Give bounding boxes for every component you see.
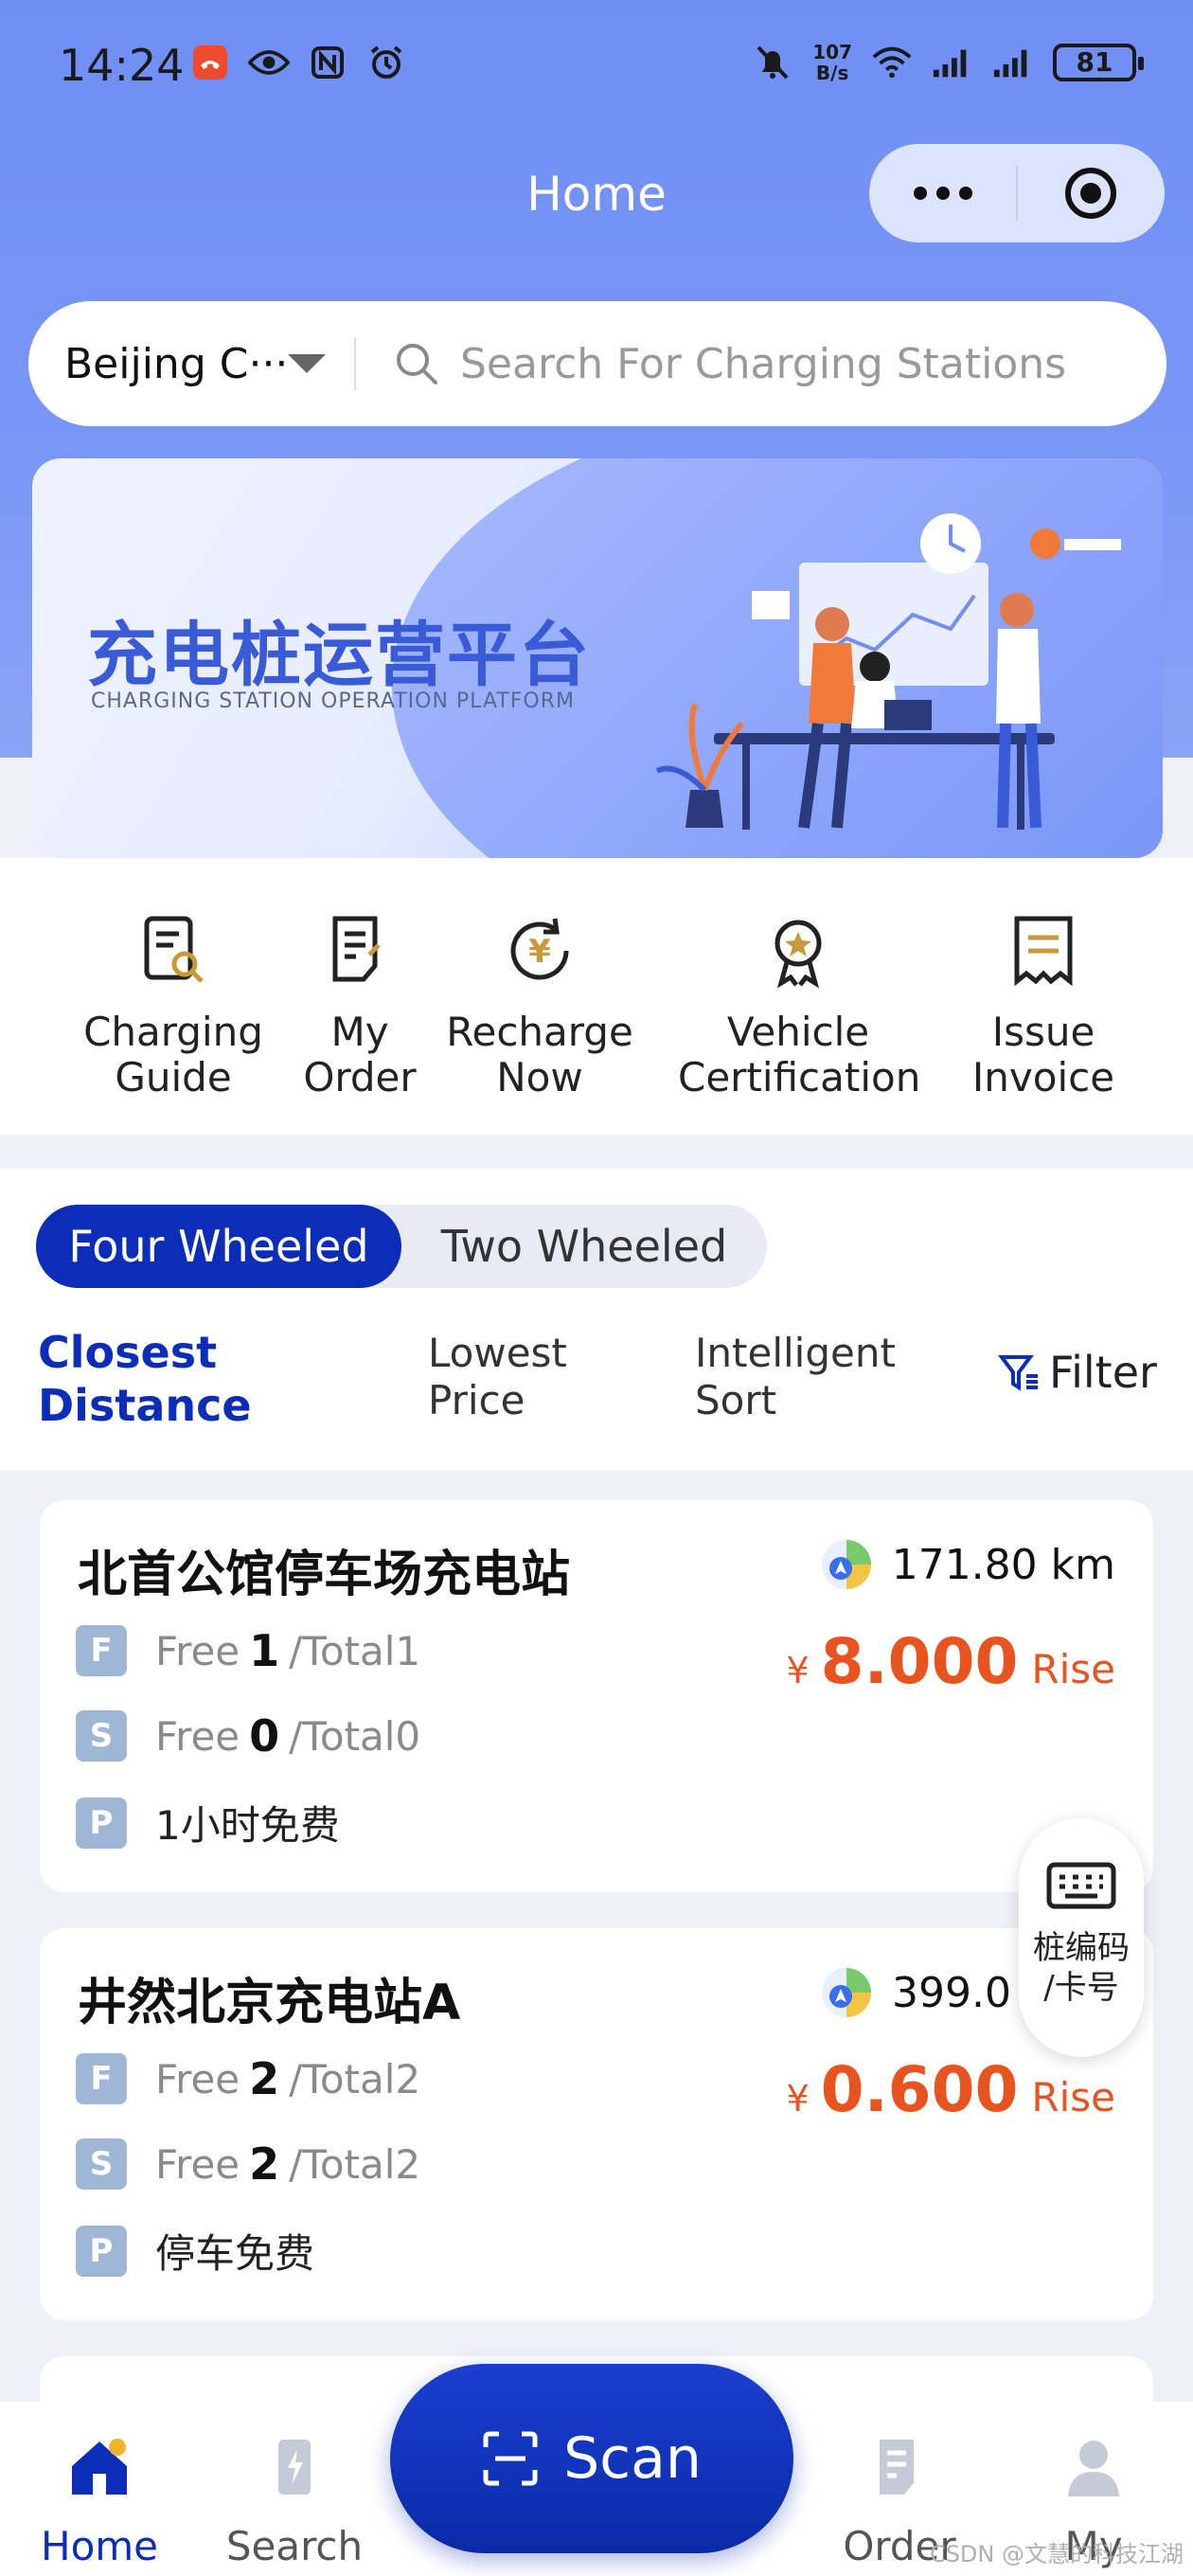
parking-row: P 1小时免费 — [76, 1794, 340, 1852]
office-illustration — [655, 513, 1121, 830]
search-input[interactable]: Search For Charging Stations — [460, 340, 1066, 388]
tab-search-cp[interactable]: Search CP — [195, 2434, 394, 2576]
banner-subtitle: CHARGING STATION OPERATION PLATFORM — [91, 689, 575, 713]
target-icon — [1065, 168, 1117, 219]
slow-tag: S — [76, 2138, 127, 2190]
parking-tag: P — [76, 2225, 127, 2277]
slow-tag: S — [76, 1710, 127, 1762]
my-order-icon — [332, 916, 381, 982]
parking-tag: P — [76, 1797, 127, 1849]
quick-menu: Charging Guide My Order ¥ Recharge Now V… — [0, 858, 1193, 1135]
search-icon — [397, 344, 437, 385]
mini-program-capsule — [869, 144, 1165, 242]
alarm-icon — [365, 44, 407, 81]
sort-intelligent[interactable]: Intelligent Sort — [695, 1330, 896, 1424]
charging-pile-icon — [278, 2440, 311, 2495]
tab-four-wheeled[interactable]: Four Wheeled — [36, 1205, 401, 1288]
parking-row: P 停车免费 — [76, 2222, 314, 2280]
map-navigation-icon — [821, 1540, 871, 1589]
slow-charger-row: S Free 2 /Total2 — [76, 2138, 420, 2190]
invoice-icon — [1014, 916, 1073, 987]
filter-icon — [998, 1355, 1038, 1391]
signal-icon-2 — [992, 44, 1034, 81]
battery-indicator: 81 — [1053, 44, 1144, 81]
station-price: ¥ 8.000 Rise — [786, 1625, 1115, 1698]
station-name: 井然北京充电站A — [78, 1975, 461, 2031]
filter-button[interactable]: Filter — [998, 1347, 1157, 1398]
order-icon — [880, 2440, 914, 2495]
menu-my-order[interactable]: My Order — [284, 913, 436, 1100]
search-bar: Beijing C··· Search For Charging Station… — [28, 301, 1166, 426]
mute-bell-icon — [752, 44, 793, 81]
station-card[interactable]: 井然北京充电站A 399.0 F Free 2 /Total2 S Free 2… — [40, 1928, 1153, 2320]
fast-tag: F — [76, 2053, 127, 2104]
wifi-icon — [871, 44, 913, 81]
svg-text:¥: ¥ — [528, 933, 551, 971]
vehicle-type-toggle: Four Wheeled Two Wheeled — [36, 1205, 767, 1288]
filter-label: Filter — [1049, 1347, 1157, 1398]
signal-icon-1 — [932, 44, 973, 81]
station-card[interactable]: 北首公馆停车场充电站 171.80 km F Free 1 /Total1 S … — [40, 1500, 1153, 1892]
station-filter: Four Wheeled Two Wheeled Closest Distanc… — [0, 1169, 1193, 1470]
caret-down-icon[interactable] — [288, 354, 326, 373]
city-selector[interactable]: Beijing C··· — [64, 340, 288, 388]
fast-charger-row: F Free 2 /Total2 — [76, 2053, 420, 2104]
promo-banner[interactable]: 充电桩运营平台 CHARGING STATION OPERATION PLATF… — [32, 458, 1163, 858]
charging-guide-icon — [144, 916, 204, 983]
nfc-icon — [307, 44, 348, 81]
fast-charger-row: F Free 1 /Total1 — [76, 1625, 420, 1676]
sort-lowest-price[interactable]: Lowest Price — [428, 1330, 567, 1424]
status-icons-left — [189, 44, 407, 81]
menu-recharge-now[interactable]: ¥ Recharge Now — [445, 913, 634, 1100]
recharge-icon: ¥ — [510, 918, 569, 980]
station-distance[interactable]: 399.0 — [818, 1964, 1011, 2021]
status-bar: 14:24 107 B/s 81 — [0, 0, 1193, 142]
menu-charging-guide[interactable]: Charging Guide — [83, 913, 263, 1100]
status-time: 14:24 — [59, 40, 185, 91]
menu-vehicle-certification[interactable]: Vehicle Certification — [678, 913, 920, 1100]
station-name: 北首公馆停车场充电站 — [78, 1547, 571, 1603]
sort-closest-distance[interactable]: Closest Distance — [38, 1326, 252, 1432]
scan-icon — [483, 2431, 538, 2486]
keyboard-icon — [1046, 1862, 1116, 1909]
pile-code-input-button[interactable]: 桩编码 /卡号 — [1019, 1818, 1144, 2057]
close-mini-program-button[interactable] — [1018, 144, 1165, 242]
scan-label: Scan — [563, 2425, 702, 2492]
search-divider — [354, 337, 356, 390]
profile-icon — [1068, 2441, 1119, 2496]
tab-home[interactable]: Home — [38, 2434, 161, 2569]
station-price: ¥ 0.600 Rise — [786, 2053, 1115, 2126]
scan-button[interactable]: Scan — [390, 2364, 793, 2553]
menu-issue-invoice[interactable]: Issue Invoice — [956, 913, 1131, 1100]
banner-title: 充电桩运营平台 — [87, 615, 591, 696]
slow-charger-row: S Free 0 /Total0 — [76, 1710, 420, 1762]
eye-icon — [248, 44, 290, 81]
net-speed: 107 B/s — [812, 41, 852, 84]
fast-tag: F — [76, 1625, 127, 1676]
missed-call-icon — [189, 44, 231, 81]
station-distance[interactable]: 171.80 km — [818, 1536, 1115, 1593]
map-navigation-icon — [822, 1968, 872, 2017]
status-icons-right: 107 B/s 81 — [752, 41, 1144, 84]
watermark: CSDN @文慧的科技江湖 — [929, 2541, 1184, 2567]
tab-two-wheeled[interactable]: Two Wheeled — [401, 1205, 767, 1288]
more-options-button[interactable] — [869, 144, 1016, 242]
certification-icon — [775, 920, 822, 989]
home-icon — [72, 2439, 127, 2495]
